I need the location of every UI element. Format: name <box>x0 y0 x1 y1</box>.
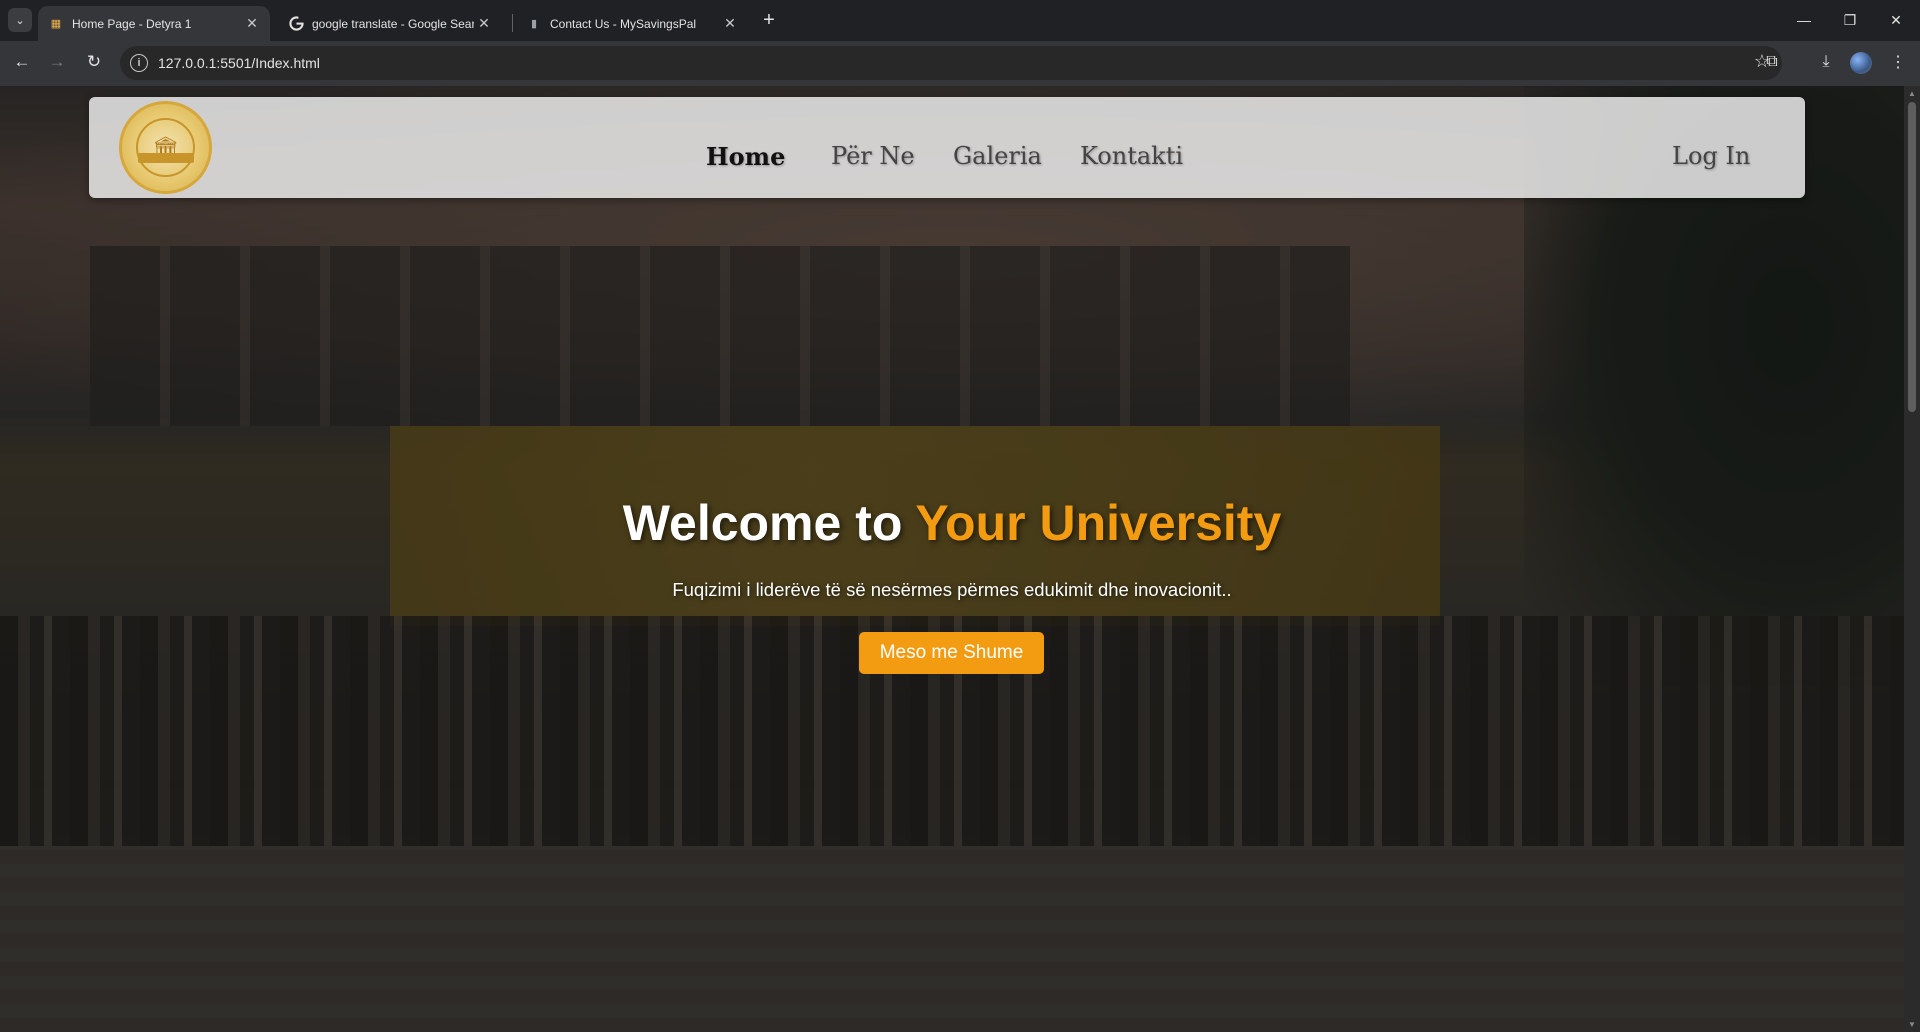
download-icon[interactable]: ⤓ <box>1812 48 1840 76</box>
nav-gallery-link[interactable]: Galeria <box>953 142 1042 170</box>
site-favicon-icon: ▦ <box>50 18 62 30</box>
tab-separator <box>512 14 513 32</box>
browser-tab-strip: ⌄ ▦ Home Page - Detyra 1 ✕ google transl… <box>0 0 1920 41</box>
university-seal-icon[interactable]: 🏛 <box>119 101 212 194</box>
close-icon[interactable]: ✕ <box>242 14 262 34</box>
google-icon <box>288 16 304 32</box>
window-close-button[interactable]: ✕ <box>1873 0 1919 40</box>
tab-title: Contact Us - MySavingsPal <box>550 16 697 31</box>
hero-subtitle: Fuqizimi i liderëve të së nesërmes përme… <box>672 579 1232 600</box>
extensions-icon[interactable]: ⧉ <box>1758 48 1786 76</box>
site-favicon-icon: ▮ <box>530 18 538 30</box>
nav-home-link[interactable]: Home <box>706 142 785 171</box>
reload-button[interactable]: ↻ <box>80 48 108 76</box>
tab-search-button[interactable]: ⌄ <box>8 8 32 32</box>
close-icon[interactable]: ✕ <box>474 14 494 34</box>
hero-title-prefix: Welcome to <box>622 495 916 551</box>
browser-toolbar: ← → ↻ i 127.0.0.1:5501/Index.html ☆ ⧉ ⤓ … <box>0 41 1920 86</box>
new-tab-button[interactable]: + <box>758 9 780 31</box>
scrollbar-thumb[interactable] <box>1908 102 1916 412</box>
page-scrollbar[interactable]: ▲ ▼ <box>1904 86 1920 1032</box>
tab-title: google translate - Google Search <box>312 16 474 31</box>
close-icon[interactable]: ✕ <box>720 14 740 34</box>
nav-about-link[interactable]: Për Ne <box>831 142 915 170</box>
site-info-icon[interactable]: i <box>130 54 148 72</box>
seal-inner-ring: 🏛 <box>136 118 195 177</box>
minimize-button[interactable]: — <box>1781 0 1827 40</box>
page-viewport: 🏛 Home Për Ne Galeria Kontakti Log In We… <box>0 86 1904 1032</box>
site-navbar: 🏛 Home Për Ne Galeria Kontakti Log In <box>89 97 1805 198</box>
address-bar[interactable]: i 127.0.0.1:5501/Index.html ☆ <box>120 46 1782 80</box>
restore-button[interactable]: ❐ <box>1827 0 1873 40</box>
hero-dark-overlay <box>0 86 1904 1032</box>
back-button[interactable]: ← <box>8 48 36 76</box>
forward-button[interactable]: → <box>43 48 71 76</box>
learn-more-button[interactable]: Meso me Shume <box>859 632 1044 674</box>
tab-title: Home Page - Detyra 1 <box>72 16 192 31</box>
tab-home-page[interactable]: ▦ Home Page - Detyra 1 ✕ <box>38 6 270 41</box>
hero-title: Welcome to Your University <box>0 494 1904 552</box>
hero-title-accent: Your University <box>915 495 1282 551</box>
url-text: 127.0.0.1:5501/Index.html <box>158 55 320 71</box>
tab-contact-us[interactable]: ▮ Contact Us - MySavingsPal ✕ <box>516 6 748 41</box>
profile-avatar[interactable] <box>1850 52 1872 74</box>
menu-dots-icon[interactable]: ⋮ <box>1884 48 1912 76</box>
login-link[interactable]: Log In <box>1672 142 1750 170</box>
scroll-down-arrow-icon[interactable]: ▼ <box>1908 1020 1916 1029</box>
tab-google-search[interactable]: google translate - Google Search ✕ <box>278 6 502 41</box>
nav-contact-link[interactable]: Kontakti <box>1080 142 1183 170</box>
seal-band <box>138 153 194 163</box>
scroll-up-arrow-icon[interactable]: ▲ <box>1908 89 1916 98</box>
